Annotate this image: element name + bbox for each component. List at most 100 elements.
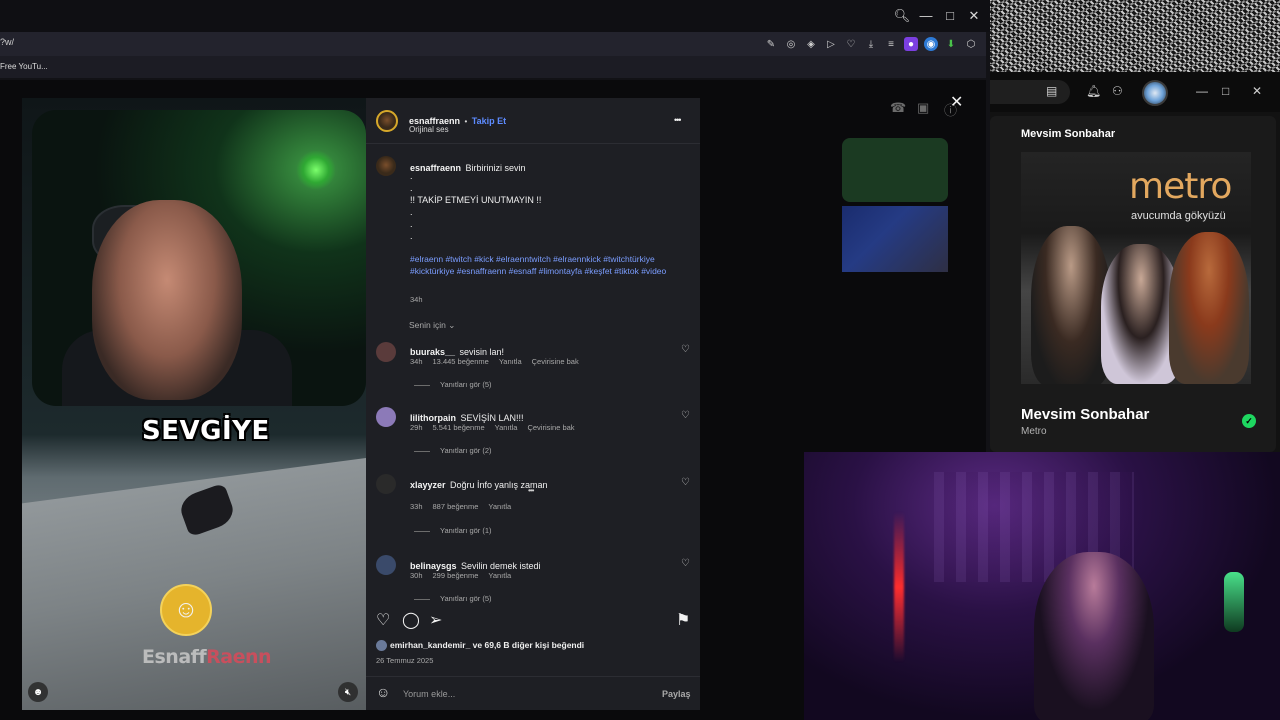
comment-meta: 30h 299 beğenme Yanıtla xyxy=(410,571,511,580)
extension-green-icon[interactable]: ⬇ xyxy=(944,37,958,51)
comment-like-icon[interactable]: ♡ xyxy=(681,477,690,488)
likes-summary[interactable]: emirhan_kandemir_ ve 69,6 B diğer kişi b… xyxy=(376,640,584,652)
streamer-face xyxy=(92,200,242,400)
share-icon[interactable]: ➢ xyxy=(429,610,442,630)
comment-item: belinaysgs Sevilin demek istedi 30h 299 b… xyxy=(366,553,700,608)
now-playing-heading[interactable]: Mevsim Sonbahar xyxy=(1021,128,1115,140)
shield-icon[interactable]: ◈ xyxy=(804,37,818,51)
view-replies-button[interactable]: Yanıtları gör (5) xyxy=(414,380,492,389)
reply-button[interactable]: Yanıtla xyxy=(488,502,511,511)
search-icon[interactable]: 🔍︎ xyxy=(892,6,912,26)
comment-options-icon[interactable]: ••• xyxy=(528,486,534,495)
spotify-avatar[interactable] xyxy=(1142,80,1168,106)
caption-hashtags[interactable]: #elraenn #twitch #kick #elraenntwitch #e… xyxy=(410,253,670,277)
notifications-icon[interactable]: 🔔︎ xyxy=(1086,84,1101,98)
browse-icon[interactable]: ▤ xyxy=(1046,84,1057,98)
comment-text: SEVİŞİN LAN!!! xyxy=(460,413,524,423)
like-icon[interactable]: ♡ xyxy=(376,610,390,630)
comment-avatar[interactable] xyxy=(376,342,396,362)
view-replies-button[interactable]: Yanıtları gör (1) xyxy=(414,526,492,535)
tagged-user-icon[interactable]: ☻ xyxy=(28,682,48,702)
url-text[interactable]: ?w/ xyxy=(0,37,14,47)
extension-box-icon[interactable]: ⬡ xyxy=(964,37,978,51)
desktop-wallpaper xyxy=(990,0,1280,72)
bookmark-icon[interactable]: ⚑ xyxy=(676,610,690,630)
comment-username[interactable]: lilithorpain xyxy=(410,413,456,423)
for-you-filter[interactable]: Senin için ⌄ xyxy=(409,320,455,331)
watermark-left: Esnaff xyxy=(142,646,207,668)
background-thumbnail-image xyxy=(842,206,948,272)
heart-icon[interactable]: ♡ xyxy=(844,37,858,51)
view-replies-button[interactable]: Yanıtları gör (2) xyxy=(414,446,492,455)
translate-button[interactable]: Çevirisine bak xyxy=(527,423,574,432)
comment-icon[interactable]: ◯ xyxy=(402,610,420,630)
profile-icon[interactable]: ● xyxy=(904,37,918,51)
comment-avatar[interactable] xyxy=(376,474,396,494)
spotify-window: ▤ 🔔︎ ⚇ — □ ✕ Mevsim Sonbahar metro avucu… xyxy=(990,72,1280,452)
separator-dot: • xyxy=(464,117,468,126)
reply-button[interactable]: Yanıtla xyxy=(488,571,511,580)
extension-blue-icon[interactable]: ◉ xyxy=(924,37,938,51)
album-person xyxy=(1169,232,1249,384)
comment-avatar[interactable] xyxy=(376,407,396,427)
microphone xyxy=(1224,572,1244,632)
comment-text: Sevilin demek istedi xyxy=(460,561,541,571)
author-avatar[interactable] xyxy=(376,110,398,132)
caption-time: 34h xyxy=(410,295,423,304)
comment-like-icon[interactable]: ♡ xyxy=(681,344,690,355)
reply-button[interactable]: Yanıtla xyxy=(499,357,522,366)
view-replies-button[interactable]: Yanıtları gör (5) xyxy=(414,594,492,603)
minimize-icon[interactable]: — xyxy=(1196,84,1208,98)
close-modal-icon[interactable]: ✕ xyxy=(950,92,963,112)
translate-button[interactable]: Çevirisine bak xyxy=(532,357,579,366)
likes-avatar-icon xyxy=(376,640,387,652)
album-art[interactable]: metro avucumda gökyüzü xyxy=(1021,152,1251,384)
comments-list[interactable]: buuraks__ sevisin lan! 34h 13.445 beğenme… xyxy=(366,338,700,608)
track-title[interactable]: Mevsim Sonbahar xyxy=(1021,406,1149,423)
menu-icon[interactable]: ≡ xyxy=(884,37,898,51)
comment-avatar[interactable] xyxy=(376,555,396,575)
comment-likes[interactable]: 299 beğenme xyxy=(433,571,479,580)
spotify-search-box[interactable]: ▤ xyxy=(990,80,1070,104)
comment-likes[interactable]: 13.445 beğenme xyxy=(433,357,489,366)
track-artist[interactable]: Metro xyxy=(1021,426,1047,437)
audio-label[interactable]: Orijinal ses xyxy=(409,125,449,134)
comment-meta: 29h 5.541 beğenme Yanıtla Çevirisine bak xyxy=(410,423,575,432)
comment-likes[interactable]: 5.541 beğenme xyxy=(433,423,485,432)
caption-line: !! TAKİP ETMEYİ UNUTMAYIN !! xyxy=(410,195,542,205)
address-bar[interactable]: ?w/ ✎ ◎ ◈ ▷ ♡ ⤓ ≡ ● ◉ ⬇ ⬡ xyxy=(0,32,986,56)
download-icon[interactable]: ⤓ xyxy=(864,37,878,51)
comment-time: 30h xyxy=(410,571,423,580)
close-icon[interactable]: ✕ xyxy=(1252,84,1262,98)
mute-icon[interactable]: 🔇︎ xyxy=(338,682,358,702)
emoji-icon[interactable]: ☺ xyxy=(376,684,390,700)
album-tagline: avucumda gökyüzü xyxy=(1131,210,1226,222)
camera-icon[interactable]: ◎ xyxy=(784,37,798,51)
post-video[interactable]: SEVGİYE ☺ EsnaffRaenn ☻ 🔇︎ xyxy=(22,98,366,710)
comment-item: xlayyzer Doğru İnfo yanlış zaman ••• 33h… xyxy=(366,472,700,542)
comment-likes[interactable]: 887 beğenme xyxy=(433,502,479,511)
maximize-icon[interactable]: □ xyxy=(1222,84,1229,98)
play-icon[interactable]: ▷ xyxy=(824,37,838,51)
saved-check-icon[interactable]: ✓ xyxy=(1242,414,1256,428)
follow-button[interactable]: Takip Et xyxy=(472,116,506,126)
close-icon[interactable]: ✕ xyxy=(964,6,984,26)
bookmarks-bar: Free YouTu... xyxy=(0,56,986,78)
comment-username[interactable]: belinaysgs xyxy=(410,561,457,571)
more-options-icon[interactable]: ••• xyxy=(674,115,682,125)
post-comment-button[interactable]: Paylaş xyxy=(662,689,691,699)
friends-icon[interactable]: ⚇ xyxy=(1112,84,1123,98)
caption-avatar[interactable] xyxy=(376,156,396,176)
comment-input-bar: ☺ Yorum ekle... Paylaş xyxy=(366,676,700,710)
comment-like-icon[interactable]: ♡ xyxy=(681,410,690,421)
bookmark-item[interactable]: Free YouTu... xyxy=(0,62,48,71)
comment-username[interactable]: xlayyzer xyxy=(410,480,446,490)
edit-icon[interactable]: ✎ xyxy=(764,37,778,51)
comment-username[interactable]: buuraks__ xyxy=(410,347,455,357)
comment-like-icon[interactable]: ♡ xyxy=(681,558,690,569)
minimize-icon[interactable]: — xyxy=(916,6,936,26)
maximize-icon[interactable]: □ xyxy=(940,6,960,26)
comment-input[interactable]: Yorum ekle... xyxy=(403,689,455,699)
streamer-person xyxy=(1034,552,1154,720)
reply-button[interactable]: Yanıtla xyxy=(495,423,518,432)
